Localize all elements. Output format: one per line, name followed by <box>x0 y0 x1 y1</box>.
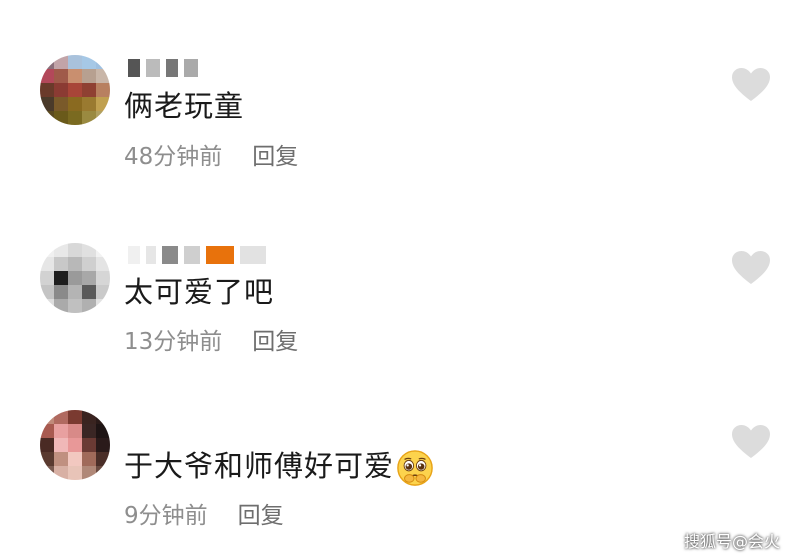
reply-button[interactable]: 回复 <box>238 503 284 529</box>
heart-icon[interactable] <box>731 67 771 103</box>
username-blurred[interactable] <box>128 243 266 267</box>
avatar[interactable] <box>40 410 110 480</box>
comment-list: 俩老玩童 48分钟前 回复 太可爱了吧 13分钟前 回复 于大爷和师傅好可爱 9… <box>0 0 800 560</box>
pleading-face-emoji <box>397 450 433 486</box>
comment-text: 于大爷和师傅好可爱 <box>124 446 434 487</box>
comment-time: 48分钟前 <box>124 144 223 170</box>
comment-time: 13分钟前 <box>124 329 223 355</box>
heart-icon[interactable] <box>731 250 771 286</box>
avatar[interactable] <box>40 243 110 313</box>
comment-text: 太可爱了吧 <box>124 275 275 309</box>
comment-meta: 48分钟前 回复 <box>124 141 298 173</box>
comment-meta: 9分钟前 回复 <box>124 500 284 532</box>
avatar[interactable] <box>40 55 110 125</box>
comment-text-content: 于大爷和师傅好可爱 <box>124 449 395 483</box>
comment-text: 俩老玩童 <box>124 89 245 123</box>
comment-meta: 13分钟前 回复 <box>124 326 298 358</box>
watermark: 搜狐号@会火 <box>683 532 780 551</box>
reply-button[interactable]: 回复 <box>252 144 298 170</box>
heart-icon[interactable] <box>731 424 771 460</box>
reply-button[interactable]: 回复 <box>252 329 298 355</box>
username-blurred[interactable] <box>128 56 198 80</box>
comment-time: 9分钟前 <box>124 503 208 529</box>
